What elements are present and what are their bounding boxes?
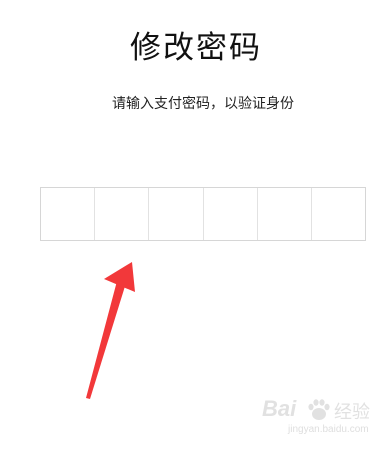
arrow-shaft	[86, 281, 126, 399]
watermark-url: jingyan.baidu.com	[288, 424, 369, 435]
password-digit-box[interactable]	[203, 188, 258, 240]
payment-password-input[interactable]	[40, 187, 366, 241]
baidu-jingyan-watermark: Bai 经验 jingyan.baidu.com	[262, 396, 380, 442]
password-digit-box[interactable]	[149, 188, 204, 240]
page-subtitle: 请输入支付密码，以验证身份	[112, 96, 294, 112]
password-digit-box[interactable]	[41, 188, 96, 240]
password-digit-box[interactable]	[95, 188, 150, 240]
arrow-head	[104, 262, 135, 292]
paw-icon	[308, 399, 330, 420]
page-title: 修改密码	[130, 30, 262, 66]
watermark-brand-text: 经验	[334, 402, 370, 423]
password-digit-box[interactable]	[257, 188, 312, 240]
watermark-logo-text: Bai	[262, 396, 297, 421]
password-digit-box[interactable]	[311, 188, 366, 240]
